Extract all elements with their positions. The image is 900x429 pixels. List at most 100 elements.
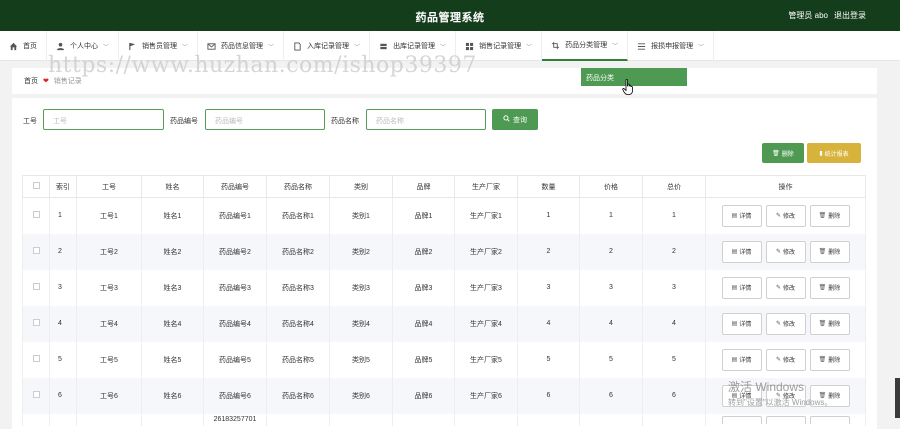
edit-button[interactable]: ✎ 修改: [765, 204, 806, 227]
row-actions: ▤ 详情 ✎ 修改 🗑 删除: [705, 377, 866, 414]
edit-label: 修改: [783, 322, 796, 328]
row-actions: ▤ 详情 ✎ 修改 🗑 删除: [705, 305, 866, 342]
nav-home[interactable]: 首页: [0, 31, 47, 61]
detail-icon: ▤: [731, 213, 738, 220]
stats-report-button[interactable]: ▮ 统计报表: [807, 143, 861, 163]
select-all-header[interactable]: [22, 175, 50, 198]
table-cell: 姓名6: [141, 377, 204, 414]
select-all-checkbox[interactable]: [32, 182, 40, 189]
trash-icon: 🗑: [818, 213, 827, 220]
table-cell: 类别1: [329, 197, 393, 234]
table-cell: 工号2: [76, 233, 142, 270]
column-header: 药品编号: [203, 175, 267, 198]
row-checkbox[interactable]: [32, 319, 40, 326]
search-icon: [503, 115, 510, 124]
table-cell: 生产厂家5: [454, 341, 518, 378]
nav-salesperson[interactable]: 销售员管理 ﹀: [119, 31, 199, 61]
mail-icon: [207, 42, 216, 51]
logout-link[interactable]: 退出登录: [834, 10, 866, 21]
crop-icon: [551, 41, 560, 50]
detail-button[interactable]: ▤ 详情: [721, 204, 762, 227]
pencil-icon: ✎: [775, 213, 781, 220]
table-cell: 药品编号5: [203, 341, 267, 378]
row-select-cell[interactable]: [22, 197, 50, 234]
document-icon: [293, 41, 302, 51]
detail-button[interactable]: ▤ 详情: [721, 384, 762, 407]
edit-button[interactable]: ✎ 修改: [765, 384, 806, 407]
person-icon: [56, 42, 65, 51]
current-user[interactable]: 管理员 abo: [788, 10, 828, 21]
query-button[interactable]: 查询: [492, 109, 538, 130]
edit-button[interactable]: ✎ 修改: [765, 276, 806, 299]
table-cell: 3: [517, 269, 580, 306]
delete-button[interactable]: 🗑 删除: [809, 384, 850, 407]
table-cell: 姓名2: [141, 233, 204, 270]
edit-button[interactable]: [765, 415, 806, 424]
bulk-delete-button[interactable]: 🗑 删除: [762, 143, 804, 163]
table-cell: 5: [517, 341, 580, 378]
nav-drug-info[interactable]: 药品信息管理 ﹀: [198, 31, 285, 61]
search-input-drug-code[interactable]: 药品编号: [205, 109, 325, 130]
breadcrumb-home[interactable]: 首页: [24, 78, 38, 85]
search-label-staff-no: 工号: [23, 118, 37, 125]
table-row-partial: 26183257701: [22, 413, 866, 426]
table-row: 4 工号4 姓名4 药品编号4 药品名称4 类别4 品牌4 生产厂家4 4 4 4 ▤ 详情 ✎ 修改 🗑 删除: [22, 305, 866, 342]
search-input-drug-name[interactable]: 药品名称: [366, 109, 486, 130]
detail-button[interactable]: ▤ 详情: [721, 312, 762, 335]
table-row: 5 工号5 姓名5 药品编号5 药品名称5 类别5 品牌5 生产厂家5 5 5 5 ▤ 详情 ✎ 修改 🗑 删除: [22, 341, 866, 378]
search-label-drug-code: 药品编号: [170, 118, 198, 125]
chevron-down-icon: ﹀: [354, 44, 361, 51]
row-actions: ▤ 详情 ✎ 修改 🗑 删除: [705, 341, 866, 378]
pencil-icon: ✎: [775, 321, 781, 327]
nav-home-label: 首页: [23, 43, 37, 50]
delete-button[interactable]: 🗑 删除: [809, 276, 850, 299]
delete-button[interactable]: 🗑 删除: [809, 348, 850, 371]
detail-button[interactable]: ▤ 详情: [721, 348, 762, 371]
row-checkbox[interactable]: [32, 391, 40, 398]
row-checkbox[interactable]: [32, 211, 40, 219]
table-cell: 3: [579, 269, 643, 306]
chevron-down-icon: ﹀: [612, 43, 619, 50]
home-icon: [9, 42, 18, 51]
edit-label: 修改: [783, 358, 796, 364]
row-select-cell[interactable]: [22, 305, 50, 342]
table-cell: 工号6: [76, 377, 142, 414]
nav-drug-info-label: 药品信息管理: [221, 43, 264, 50]
delete-button[interactable]: 🗑 删除: [809, 240, 850, 263]
search-input-staff-no[interactable]: 工号: [43, 109, 164, 130]
row-checkbox[interactable]: [32, 247, 40, 254]
dropdown-item-drug-category[interactable]: 药品分类: [581, 68, 687, 86]
row-select-cell[interactable]: [22, 341, 50, 378]
delete-button[interactable]: 🗑 删除: [809, 204, 850, 227]
row-select-cell[interactable]: [22, 269, 50, 306]
detail-label: 详情: [739, 286, 752, 292]
table-cell: 6: [579, 377, 643, 414]
scrollbar[interactable]: [895, 378, 900, 418]
delete-button[interactable]: 🗑 删除: [809, 312, 850, 335]
nav-drug-category[interactable]: 药品分类管理 ﹀: [542, 31, 629, 61]
delete-button[interactable]: [809, 415, 850, 424]
nav-stock-out[interactable]: 出库记录管理 ﹀: [370, 31, 457, 61]
edit-button[interactable]: ✎ 修改: [765, 348, 806, 371]
row-checkbox[interactable]: [32, 355, 40, 362]
detail-button[interactable]: ▤ 详情: [721, 276, 762, 299]
stack-icon: [379, 42, 388, 51]
detail-label: 详情: [739, 322, 752, 328]
nav-stock-in[interactable]: 入库记录管理 ﹀: [284, 31, 371, 61]
nav-loss-report[interactable]: 报损申报管理 ﹀: [628, 31, 715, 61]
edit-button[interactable]: ✎ 修改: [765, 240, 806, 263]
row-checkbox[interactable]: [32, 283, 40, 290]
nav-personal-center[interactable]: 个人中心 ﹀: [47, 31, 120, 61]
nav-sales-records[interactable]: 销售记录管理 ﹀: [456, 31, 543, 61]
delete-label: 删除: [828, 358, 841, 364]
table-cell: 药品名称4: [266, 305, 330, 342]
edit-button[interactable]: ✎ 修改: [765, 312, 806, 335]
table-row: 2 工号2 姓名2 药品编号2 药品名称2 类别2 品牌2 生产厂家2 2 2 2 ▤ 详情 ✎ 修改 🗑 删除: [22, 233, 866, 270]
detail-button[interactable]: ▤ 详情: [721, 240, 762, 263]
detail-button[interactable]: [721, 415, 762, 424]
column-header: 操作: [705, 175, 866, 198]
row-select-cell[interactable]: [22, 377, 50, 414]
edit-label: 修改: [783, 394, 796, 400]
row-select-cell[interactable]: [22, 233, 50, 270]
flag-icon: [128, 42, 137, 51]
